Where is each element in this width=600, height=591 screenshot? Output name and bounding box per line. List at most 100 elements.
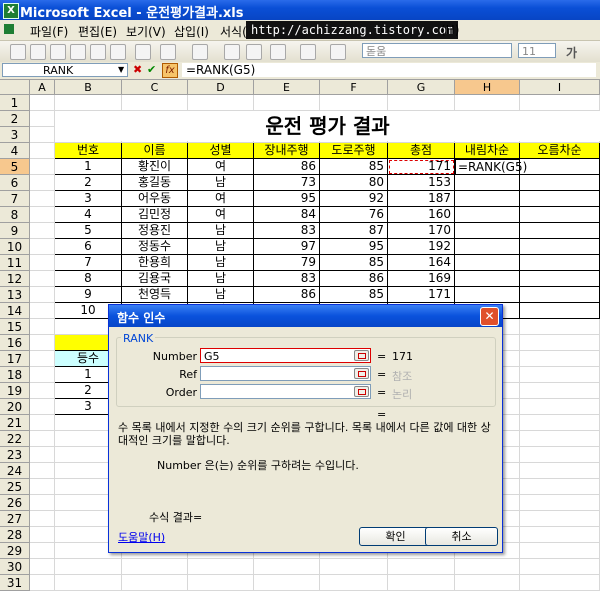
- grid-cell[interactable]: [30, 223, 55, 239]
- table-cell-name[interactable]: 한용희: [122, 255, 188, 271]
- table-cell-asc[interactable]: [520, 271, 600, 287]
- collapse-dialog-icon[interactable]: [354, 368, 369, 379]
- grid-cell[interactable]: [520, 495, 600, 511]
- grid-cell[interactable]: [30, 255, 55, 271]
- row-header-6[interactable]: 6: [0, 175, 30, 191]
- column-header-a[interactable]: A: [30, 80, 55, 95]
- grid-cell[interactable]: [30, 319, 55, 335]
- table-cell-course[interactable]: 73: [254, 175, 320, 191]
- grid-cell[interactable]: [188, 95, 254, 111]
- table-cell-no[interactable]: 3: [55, 191, 122, 207]
- save-icon[interactable]: [50, 44, 66, 60]
- table-cell-no[interactable]: 1: [55, 159, 122, 175]
- table-cell-total[interactable]: 187: [388, 191, 455, 207]
- table-cell-desc[interactable]: [455, 207, 520, 223]
- grid-cell[interactable]: [30, 127, 55, 143]
- grid-cell[interactable]: [30, 287, 55, 303]
- row-header-23[interactable]: 23: [0, 447, 30, 463]
- grid-cell[interactable]: [388, 575, 455, 591]
- zoom-icon[interactable]: [330, 44, 346, 60]
- ok-button[interactable]: 확인: [359, 527, 432, 546]
- spelling-icon[interactable]: [135, 44, 151, 60]
- table-cell-course[interactable]: 79: [254, 255, 320, 271]
- grid-cell[interactable]: [30, 111, 55, 127]
- grid-cell[interactable]: [520, 399, 600, 415]
- row-header-3[interactable]: 3: [0, 127, 30, 143]
- row-header-12[interactable]: 12: [0, 271, 30, 287]
- grid-cell[interactable]: [520, 367, 600, 383]
- row-header-29[interactable]: 29: [0, 543, 30, 559]
- table-header[interactable]: 도로주행: [320, 143, 388, 159]
- table-cell-name[interactable]: 김민정: [122, 207, 188, 223]
- row-header-26[interactable]: 26: [0, 495, 30, 511]
- cancel-icon[interactable]: ✖: [133, 63, 142, 76]
- name-box[interactable]: RANK: [2, 63, 128, 77]
- table-cell-sex[interactable]: 남: [188, 223, 254, 239]
- grid-cell[interactable]: [520, 527, 600, 543]
- excel-menu-icon[interactable]: [4, 24, 14, 34]
- insert-function-icon[interactable]: fx: [162, 63, 178, 78]
- column-header-e[interactable]: E: [254, 80, 320, 95]
- table-cell-no[interactable]: 4: [55, 207, 122, 223]
- select-all-corner[interactable]: [0, 80, 30, 95]
- table-cell-no[interactable]: 5: [55, 223, 122, 239]
- grid-cell[interactable]: [30, 559, 55, 575]
- grid-cell[interactable]: [254, 95, 320, 111]
- menu-view[interactable]: 보기(V): [126, 23, 166, 40]
- row-header-28[interactable]: 28: [0, 527, 30, 543]
- table-cell-total[interactable]: 160: [388, 207, 455, 223]
- grid-cell[interactable]: [388, 559, 455, 575]
- grid-cell[interactable]: [30, 95, 55, 111]
- row-header-25[interactable]: 25: [0, 479, 30, 495]
- column-header-f[interactable]: F: [320, 80, 388, 95]
- table-cell-no[interactable]: 6: [55, 239, 122, 255]
- grid-cell[interactable]: [520, 351, 600, 367]
- row-header-10[interactable]: 10: [0, 239, 30, 255]
- table-cell-road[interactable]: 85: [320, 159, 388, 175]
- table-cell-no[interactable]: 2: [55, 175, 122, 191]
- table-cell-desc[interactable]: [455, 175, 520, 191]
- grid-cell[interactable]: [520, 447, 600, 463]
- table-cell-asc[interactable]: [520, 255, 600, 271]
- grid-cell[interactable]: [455, 559, 520, 575]
- grid-cell[interactable]: [254, 559, 320, 575]
- table-cell-sex[interactable]: 여: [188, 159, 254, 175]
- table-cell-course[interactable]: 84: [254, 207, 320, 223]
- grid-cell[interactable]: [30, 511, 55, 527]
- font-select[interactable]: 돋움: [362, 43, 512, 58]
- chart-icon[interactable]: [300, 44, 316, 60]
- autosum-icon[interactable]: [246, 44, 262, 60]
- sort-icon[interactable]: [270, 44, 286, 60]
- grid-cell[interactable]: [30, 159, 55, 175]
- grid-cell[interactable]: [30, 447, 55, 463]
- row-header-22[interactable]: 22: [0, 431, 30, 447]
- table-cell-name[interactable]: 황진이: [122, 159, 188, 175]
- grid-cell[interactable]: [55, 575, 122, 591]
- grid-cell[interactable]: [520, 415, 600, 431]
- table-cell-desc[interactable]: [455, 223, 520, 239]
- table-cell-course[interactable]: 95: [254, 191, 320, 207]
- grid-cell[interactable]: [30, 415, 55, 431]
- table-cell-total[interactable]: 170: [388, 223, 455, 239]
- hyperlink-icon[interactable]: [224, 44, 240, 60]
- table-cell-desc[interactable]: [455, 271, 520, 287]
- table-cell-name[interactable]: 홍길동: [122, 175, 188, 191]
- preview-icon[interactable]: [110, 44, 126, 60]
- order-input[interactable]: [200, 384, 371, 399]
- menu-format[interactable]: 서식(: [220, 23, 247, 40]
- collapse-dialog-icon[interactable]: [354, 350, 369, 361]
- grid-cell[interactable]: [320, 575, 388, 591]
- table-cell-asc[interactable]: [520, 287, 600, 303]
- grid-cell[interactable]: [520, 543, 600, 559]
- font-size-select[interactable]: 11: [518, 43, 556, 58]
- row-header-24[interactable]: 24: [0, 463, 30, 479]
- row-header-11[interactable]: 11: [0, 255, 30, 271]
- undo-icon[interactable]: [192, 44, 208, 60]
- table-header[interactable]: 총점: [388, 143, 455, 159]
- table-cell-no[interactable]: 9: [55, 287, 122, 303]
- grid-cell[interactable]: [30, 367, 55, 383]
- row-header-30[interactable]: 30: [0, 559, 30, 575]
- grid-cell[interactable]: [320, 559, 388, 575]
- table-cell-asc[interactable]: [520, 239, 600, 255]
- permission-icon[interactable]: [70, 44, 86, 60]
